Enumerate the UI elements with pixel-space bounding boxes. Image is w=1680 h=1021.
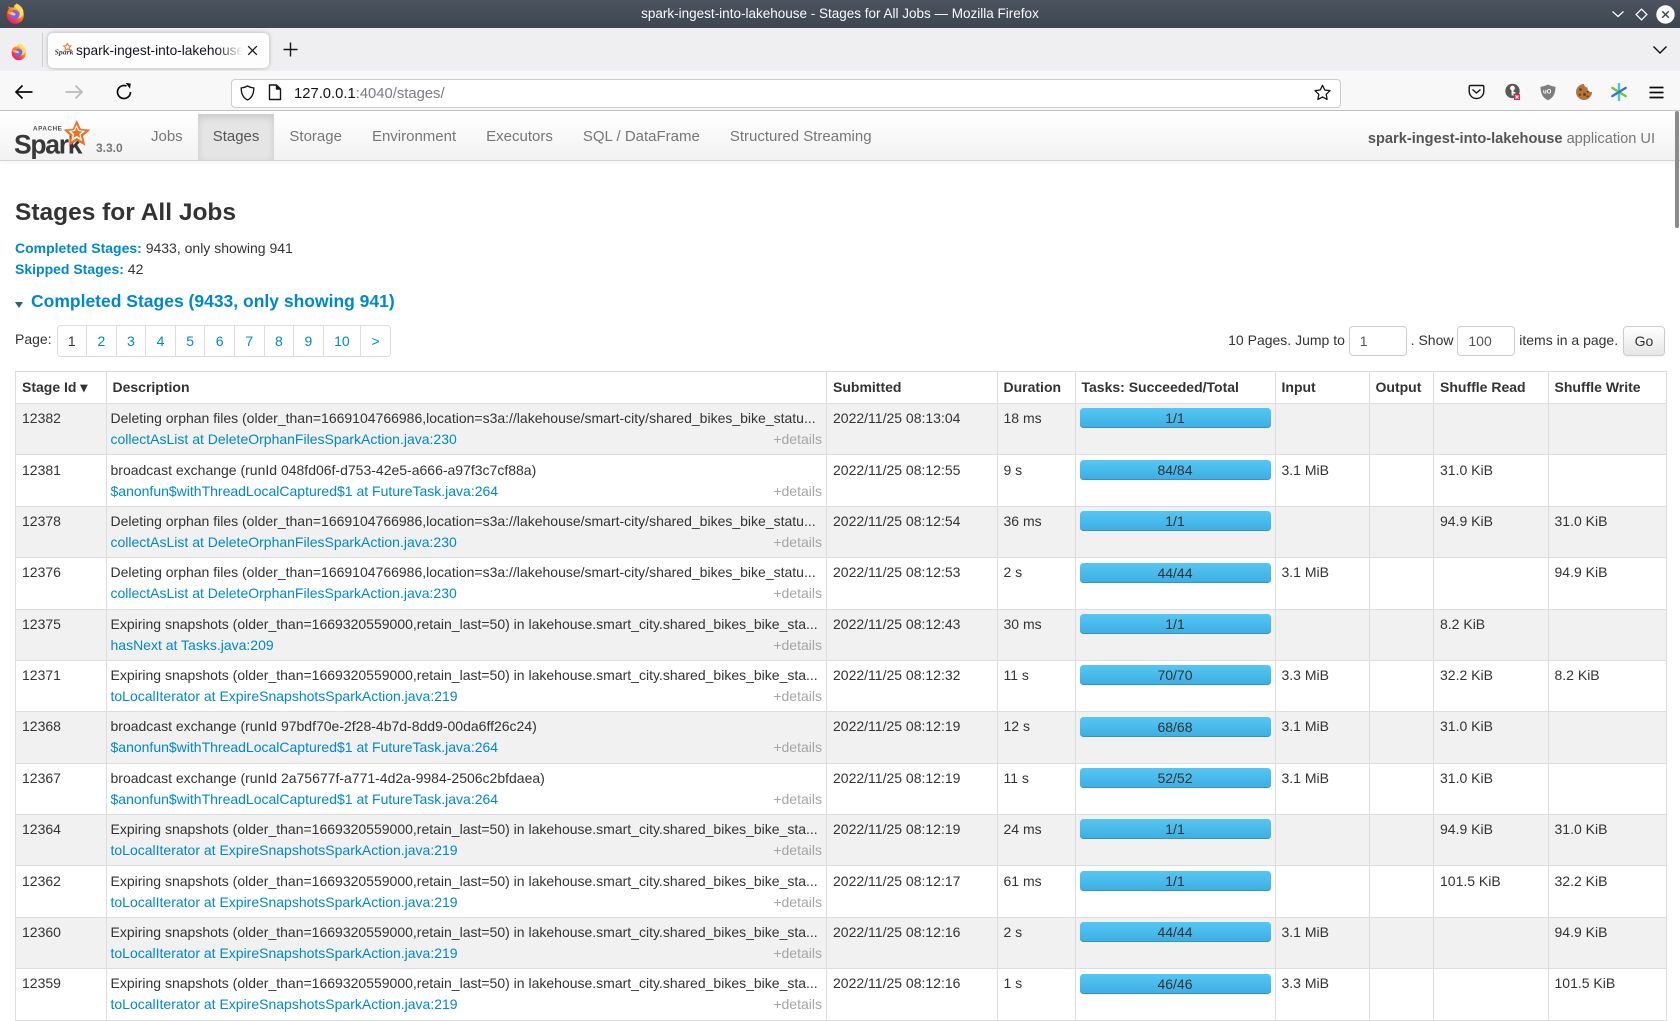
svg-text:Spark: Spark: [55, 48, 73, 57]
svg-text:uO: uO: [1543, 90, 1552, 96]
